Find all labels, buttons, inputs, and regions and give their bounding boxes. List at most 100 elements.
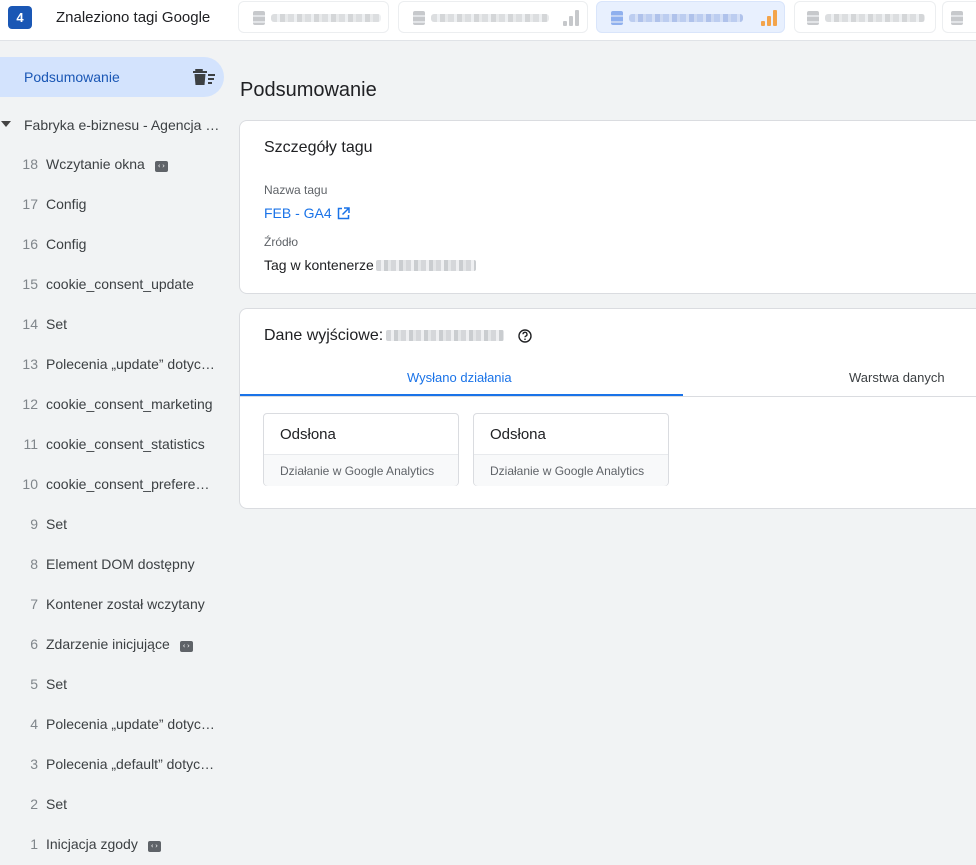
event-item[interactable]: 2 Set [0,785,230,825]
tag-chip-1[interactable] [238,1,389,33]
event-label: Kontener został wczytany [46,596,205,612]
container-id-redacted [375,260,476,271]
event-label: Wczytanie okna ‹› [46,156,168,172]
event-number: 7 [30,596,38,612]
event-label-text: Zdarzenie inicjujące [46,636,170,652]
event-number: 1 [30,836,38,852]
code-icon: ‹› [154,161,168,172]
measurement-id-redacted [386,330,505,341]
event-label: cookie_consent_marketing [46,396,213,412]
google-analytics-icon [761,10,777,26]
help-icon[interactable] [518,329,532,343]
event-label: cookie_consent_update [46,276,194,292]
action-subtitle: Działanie w Google Analytics [280,464,435,478]
event-label-text: Config [46,196,87,212]
container-label: Fabryka e-biznesu - Agencja Marketingowa [24,117,220,133]
event-number: 3 [30,756,38,772]
tag-details-card: Szczegóły tagu Nazwa tagu FEB - GA4 Źród… [239,120,976,294]
tag-chip-icon [413,11,425,25]
tab-data-layer[interactable]: Warstwa danych [849,370,945,385]
event-number: 8 [30,556,38,572]
action-title: Odsłona [490,426,546,443]
sidebar-item-label: Podsumowanie [24,69,120,85]
output-title: Dane wyjściowe: [264,327,505,345]
event-label-text: cookie_consent_marketing [46,396,213,412]
tab-sent-actions[interactable]: Wysłano działania [407,370,512,385]
event-number: 16 [22,236,38,252]
event-label: Set [46,316,67,332]
action-card[interactable]: Odsłona Działanie w Google Analytics [263,413,459,486]
event-number: 6 [30,636,38,652]
event-item[interactable]: 17 Config [0,185,230,225]
event-label-text: cookie_consent_statistics [46,436,205,452]
action-title: Odsłona [280,426,336,443]
event-number: 9 [30,516,38,532]
event-label-text: Set [46,316,68,332]
event-item[interactable]: 4 Polecenia „update” dotyczące zgody [0,705,230,745]
action-footer: Działanie w Google Analytics [264,454,458,486]
sidebar-item-summary[interactable]: Podsumowanie [0,57,224,97]
output-title-text: Dane wyjściowe: [264,327,384,344]
tag-chip-id-redacted [431,14,549,22]
event-label-text: cookie_consent_update [46,276,194,292]
event-number: 14 [22,316,38,332]
app-title: Znaleziono tagi Google [56,9,211,26]
event-label: cookie_consent_statistics [46,436,205,452]
page-title: Podsumowanie [240,79,377,101]
event-label-text: Wczytanie okna [46,156,145,172]
event-item[interactable]: 11 cookie_consent_statistics [0,425,230,465]
event-label: Zdarzenie inicjujące ‹› [46,636,193,652]
event-item[interactable]: 6 Zdarzenie inicjujące ‹› [0,625,230,665]
event-item[interactable]: 8 Element DOM dostępny [0,545,230,585]
event-label-text: cookie_consent_preferences [46,476,216,492]
tag-details-title: Szczegóły tagu [264,139,373,156]
event-label: Set [46,676,67,692]
event-label: Config [46,236,86,252]
event-item[interactable]: 10 cookie_consent_preferences [0,465,230,505]
event-item[interactable]: 15 cookie_consent_update [0,265,230,305]
event-label-text: Set [46,676,68,692]
tag-chip-icon [951,11,963,25]
top-bar: 4 Znaleziono tagi Google [0,0,976,41]
event-label: cookie_consent_preferences [46,476,216,492]
tag-chip-id-redacted [629,14,743,22]
event-number: 17 [22,196,38,212]
event-number: 2 [30,796,38,812]
tag-chip-5[interactable] [942,1,976,33]
tag-chip-3-selected[interactable] [596,1,785,33]
event-item[interactable]: 9 Set [0,505,230,545]
event-item[interactable]: 14 Set [0,305,230,345]
container-group[interactable]: Fabryka e-biznesu - Agencja Marketingowa [0,113,230,137]
tag-count-badge: 4 [8,6,32,29]
output-tabs: Wysłano działania Warstwa danych [240,361,976,397]
tag-chip-2[interactable] [398,1,588,33]
event-item[interactable]: 1 Inicjacja zgody ‹› [0,825,230,865]
tag-name-link[interactable]: FEB - GA4 [264,205,350,221]
action-subtitle: Działanie w Google Analytics [490,464,645,478]
event-item[interactable]: 5 Set [0,665,230,705]
tag-chip-icon [611,11,623,25]
event-label-text: Polecenia „default” dotyczące zgody [46,756,216,772]
event-label-text: Set [46,796,68,812]
event-item[interactable]: 3 Polecenia „default” dotyczące zgody [0,745,230,785]
event-number: 13 [22,356,38,372]
tag-chip-4[interactable] [794,1,936,33]
clear-messages-icon[interactable] [192,68,216,86]
source-text: Tag w kontenerze [264,257,374,273]
tag-chip-icon [253,11,265,25]
tag-name-value: FEB - GA4 [264,205,332,221]
action-card[interactable]: Odsłona Działanie w Google Analytics [473,413,669,486]
analytics-bars-icon [563,10,579,26]
output-card: Dane wyjściowe: Wysłano działania Warstw… [239,308,976,509]
source-label: Źródło [264,235,299,249]
tag-chip-id-redacted [271,14,381,22]
event-number: 5 [30,676,38,692]
event-item[interactable]: 18 Wczytanie okna ‹› [0,145,230,185]
event-label-text: Kontener został wczytany [46,596,205,612]
source-value: Tag w kontenerze [264,257,476,273]
event-item[interactable]: 7 Kontener został wczytany [0,585,230,625]
event-item[interactable]: 13 Polecenia „update” dotyczące zgody [0,345,230,385]
event-item[interactable]: 12 cookie_consent_marketing [0,385,230,425]
caret-down-icon[interactable] [1,121,11,127]
event-item[interactable]: 16 Config [0,225,230,265]
